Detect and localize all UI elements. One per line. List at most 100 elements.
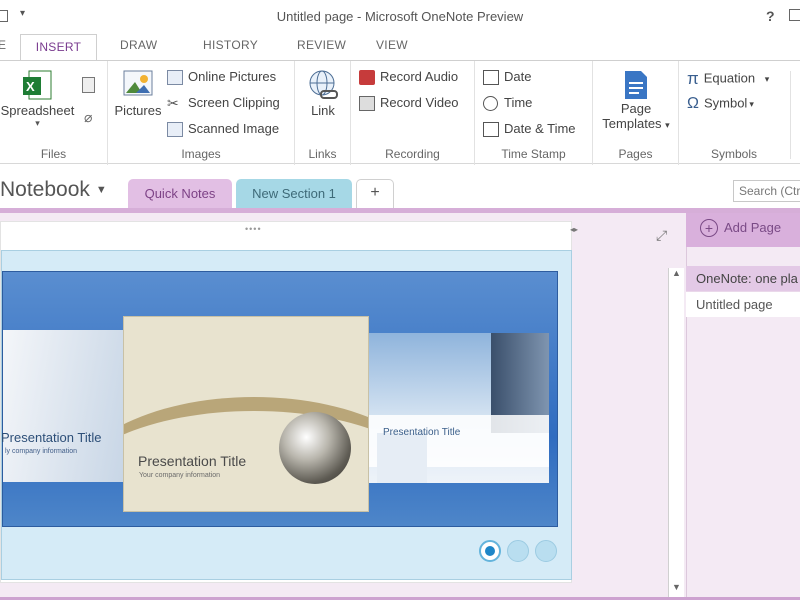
scissors-icon: ✂: [167, 95, 179, 112]
page-templates-label-2: Templates ▾: [602, 116, 670, 131]
slide-thumbnail-left[interactable]: Presentation Title ly company informatio…: [1, 330, 123, 482]
date-time-button[interactable]: Date & Time: [483, 121, 576, 138]
group-pages: Page Templates ▾ Pages: [593, 61, 679, 165]
slide-thumbnail-center[interactable]: Presentation Title Your company informat…: [123, 316, 369, 512]
spreadsheet-button[interactable]: X Spreadsheet ▾: [0, 69, 75, 129]
ribbon-tabs: E INSERT DRAW HISTORY REVIEW VIEW: [0, 34, 800, 61]
screen-clipping-button[interactable]: ✂ Screen Clipping: [167, 95, 280, 111]
spreadsheet-dropdown-icon: ▾: [35, 118, 40, 128]
group-recording-label: Recording: [385, 147, 440, 161]
group-files: X Spreadsheet ▾ ⌀ Files: [0, 61, 108, 165]
building-reflection-image: [377, 433, 427, 483]
record-video-button[interactable]: Record Video: [359, 95, 459, 112]
tab-view[interactable]: VIEW: [376, 38, 408, 52]
group-images: Pictures Online Pictures ✂ Screen Clippin…: [108, 61, 295, 165]
scroll-up-icon[interactable]: ▲: [672, 268, 681, 278]
date-time-label: Date & Time: [504, 121, 576, 136]
tab-insert[interactable]: INSERT: [20, 34, 97, 61]
notebook-selector[interactable]: Notebook ▼: [0, 178, 107, 202]
pi-icon: π: [687, 69, 699, 88]
date-label: Date: [504, 69, 532, 84]
slide-left-subtitle: ly company information: [5, 448, 77, 455]
add-page-button[interactable]: + Add Page: [686, 213, 800, 247]
record-audio-button[interactable]: Record Audio: [359, 69, 459, 86]
scanned-image-button[interactable]: Scanned Image: [167, 121, 280, 138]
carousel-stage: Presentation Title ly company informatio…: [1, 271, 558, 527]
page-list-item-untitled[interactable]: Untitled page: [686, 291, 800, 317]
group-symbols-label: Symbols: [710, 147, 757, 161]
slide-carousel: Presentation Title ly company informatio…: [1, 250, 572, 580]
attachment-icon[interactable]: ⌀: [84, 109, 92, 126]
equation-dropdown-icon: ▾: [764, 74, 770, 85]
equation-button[interactable]: π Equation ▾: [687, 69, 769, 89]
group-pages-label: Pages: [618, 147, 653, 161]
record-audio-icon: [359, 70, 375, 86]
page-templates-button[interactable]: Page Templates ▾: [595, 69, 677, 131]
clock-icon: [483, 96, 498, 112]
pictures-label: Pictures: [114, 103, 162, 118]
calendar-icon: [483, 70, 499, 86]
restore-window-icon[interactable]: [789, 9, 800, 21]
expand-icon[interactable]: ⤢: [656, 227, 667, 244]
group-time-stamp-label: Time Stamp: [501, 147, 566, 161]
page-templates-label-1: Page: [620, 101, 652, 116]
tab-review[interactable]: REVIEW: [297, 38, 346, 52]
date-button[interactable]: Date: [483, 69, 532, 86]
globe-image: [279, 412, 351, 484]
slide-center-title: Presentation Title: [138, 453, 247, 469]
ribbon-divider: [790, 71, 791, 159]
ribbon: X Spreadsheet ▾ ⌀ Files Pictures Online …: [0, 60, 800, 165]
container-resize-icon[interactable]: ◂▸: [570, 225, 578, 234]
group-symbols: π Equation ▾ Ω Symbol ▾ Symbols: [679, 61, 789, 165]
group-links: Link Links: [295, 61, 351, 165]
symbol-label: Symbol: [703, 95, 748, 111]
date-time-icon: [483, 122, 499, 138]
section-tab-new-section-1[interactable]: New Section 1: [236, 179, 352, 209]
notebook-name: Notebook: [0, 178, 90, 201]
screen-clipping-label: Screen Clipping: [188, 95, 280, 110]
link-button[interactable]: Link: [301, 69, 345, 118]
time-button[interactable]: Time: [483, 95, 533, 112]
carousel-dot-2[interactable]: [507, 540, 529, 562]
tab-history[interactable]: HISTORY: [203, 38, 258, 52]
add-page-plus-icon: +: [700, 219, 718, 237]
title-bar: ▾ Untitled page - Microsoft OneNote Prev…: [0, 0, 800, 34]
window-title: Untitled page - Microsoft OneNote Previe…: [276, 9, 524, 24]
slide-thumbnail-right[interactable]: Presentation Title: [369, 333, 549, 483]
tab-file[interactable]: E: [0, 38, 6, 52]
page-scrollbar[interactable]: ▲ ▼: [668, 268, 684, 598]
group-files-label: Files: [40, 147, 67, 161]
pictures-button[interactable]: Pictures: [112, 69, 164, 118]
scroll-down-icon[interactable]: ▼: [672, 582, 681, 592]
page-canvas[interactable]: •••• ◂▸ Presentation Title ly company in…: [0, 213, 686, 600]
help-button[interactable]: ?: [766, 8, 775, 24]
globe-link-icon: [309, 70, 338, 99]
add-page-label: Add Page: [724, 220, 782, 235]
note-container[interactable]: •••• ◂▸ Presentation Title ly company in…: [0, 221, 578, 583]
group-time-stamp: Date Time Date & Time Time Stamp: [475, 61, 593, 165]
slide-left-title: Presentation Title: [1, 430, 102, 445]
record-audio-label: Record Audio: [380, 69, 459, 84]
symbol-button[interactable]: Ω Symbol ▾: [687, 95, 754, 113]
file-printout-icon[interactable]: [82, 77, 95, 93]
record-video-label: Record Video: [380, 95, 459, 110]
search-input[interactable]: Search (Ctr: [733, 180, 800, 202]
slide-right-title: Presentation Title: [383, 427, 461, 438]
page-list-item-onenote[interactable]: OneNote: one pla: [686, 266, 800, 292]
online-pictures-icon: [167, 70, 183, 86]
time-label: Time: [504, 95, 533, 110]
scanned-image-label: Scanned Image: [188, 121, 280, 136]
online-pictures-button[interactable]: Online Pictures: [167, 69, 277, 86]
container-handle-dots[interactable]: ••••: [245, 224, 262, 234]
group-links-label: Links: [308, 147, 337, 161]
svg-text:X: X: [26, 79, 35, 94]
carousel-dot-1[interactable]: [479, 540, 501, 562]
online-pictures-label: Online Pictures: [188, 69, 277, 84]
section-tab-quick-notes[interactable]: Quick Notes: [128, 179, 232, 209]
link-label: Link: [311, 103, 335, 118]
excel-icon: X: [22, 70, 51, 100]
pictures-icon: [123, 70, 153, 96]
carousel-dot-3[interactable]: [535, 540, 557, 562]
add-section-button[interactable]: +: [356, 179, 394, 209]
tab-draw[interactable]: DRAW: [120, 38, 157, 52]
